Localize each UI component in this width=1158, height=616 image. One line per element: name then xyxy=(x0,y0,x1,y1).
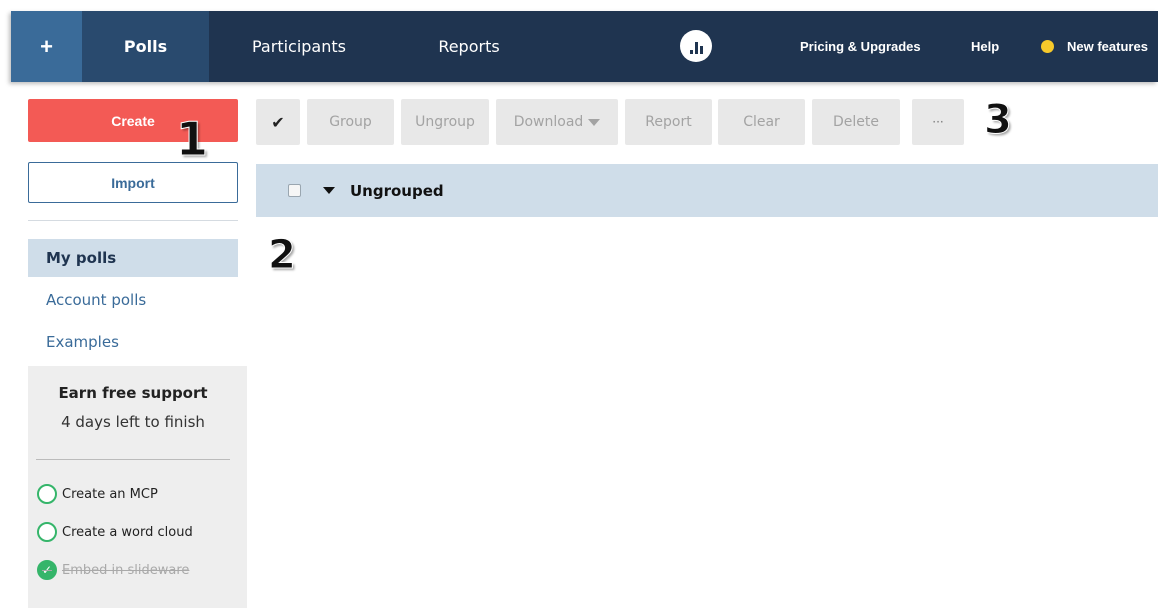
task-label: Create a word cloud xyxy=(62,524,193,540)
logo-bar xyxy=(694,42,698,54)
group-checkbox[interactable] xyxy=(288,184,301,197)
help-link[interactable]: Help xyxy=(971,11,999,82)
top-nav-bar: + Polls Participants Reports Pricing & U… xyxy=(11,11,1158,82)
task-item-embed-slideware[interactable]: ✓ Embed in slideware xyxy=(37,560,189,580)
task-item-create-mcp[interactable]: Create an MCP xyxy=(37,484,158,504)
download-label: Download xyxy=(513,114,584,130)
poll-everywhere-logo-icon[interactable] xyxy=(680,30,712,62)
logo-bar xyxy=(689,50,693,54)
task-label: Embed in slideware xyxy=(62,562,190,578)
sidebar-item-examples[interactable]: Examples xyxy=(28,323,238,361)
logo-bar xyxy=(699,46,703,54)
quick-add-button[interactable]: + xyxy=(11,11,82,82)
check-circle-icon: ✓ xyxy=(37,560,57,580)
group-name: Ungrouped xyxy=(350,181,444,200)
circle-empty-icon xyxy=(37,522,57,542)
tab-participants[interactable]: Participants xyxy=(239,11,359,82)
earn-support-title: Earn free support xyxy=(58,384,208,402)
ungroup-button[interactable]: Ungroup xyxy=(401,99,489,145)
select-all-button[interactable]: ✔ xyxy=(256,99,300,145)
new-features-link[interactable]: New features xyxy=(1041,11,1148,82)
sidebar-item-my-polls[interactable]: My polls xyxy=(28,239,238,277)
pricing-upgrades-link[interactable]: Pricing & Upgrades xyxy=(800,11,921,82)
group-row-ungrouped[interactable]: Ungrouped xyxy=(256,164,1158,217)
earn-support-panel: Earn free support 4 days left to finish … xyxy=(28,366,247,608)
annotation-number: 3 xyxy=(984,97,1013,144)
new-features-dot-icon xyxy=(1041,40,1054,53)
tab-polls[interactable]: Polls xyxy=(82,11,209,82)
report-button[interactable]: Report xyxy=(625,99,712,145)
sidebar-divider xyxy=(28,220,238,221)
download-dropdown[interactable]: Download xyxy=(496,99,618,145)
clear-button[interactable]: Clear xyxy=(718,99,805,145)
circle-empty-icon xyxy=(37,484,57,504)
caret-down-icon[interactable] xyxy=(323,187,335,194)
sidebar: Create Import My polls Account polls Exa… xyxy=(11,82,247,616)
sidebar-item-account-polls[interactable]: Account polls xyxy=(28,281,238,319)
annotation-number: 2 xyxy=(268,232,297,279)
checkmark-icon: ✔ xyxy=(271,112,285,132)
earn-support-subtitle: 4 days left to finish xyxy=(61,413,205,431)
group-button[interactable]: Group xyxy=(307,99,394,145)
tab-reports[interactable]: Reports xyxy=(424,11,514,82)
task-label: Create an MCP xyxy=(62,486,158,502)
task-item-create-word-cloud[interactable]: Create a word cloud xyxy=(37,522,193,542)
delete-button[interactable]: Delete xyxy=(812,99,900,145)
earn-support-divider xyxy=(36,459,230,460)
more-options-button[interactable]: ··· xyxy=(912,99,964,145)
annotation-number: 1 xyxy=(175,112,209,167)
caret-down-icon xyxy=(588,118,601,126)
new-features-label: New features xyxy=(1067,39,1148,54)
import-button[interactable]: Import xyxy=(28,162,238,203)
